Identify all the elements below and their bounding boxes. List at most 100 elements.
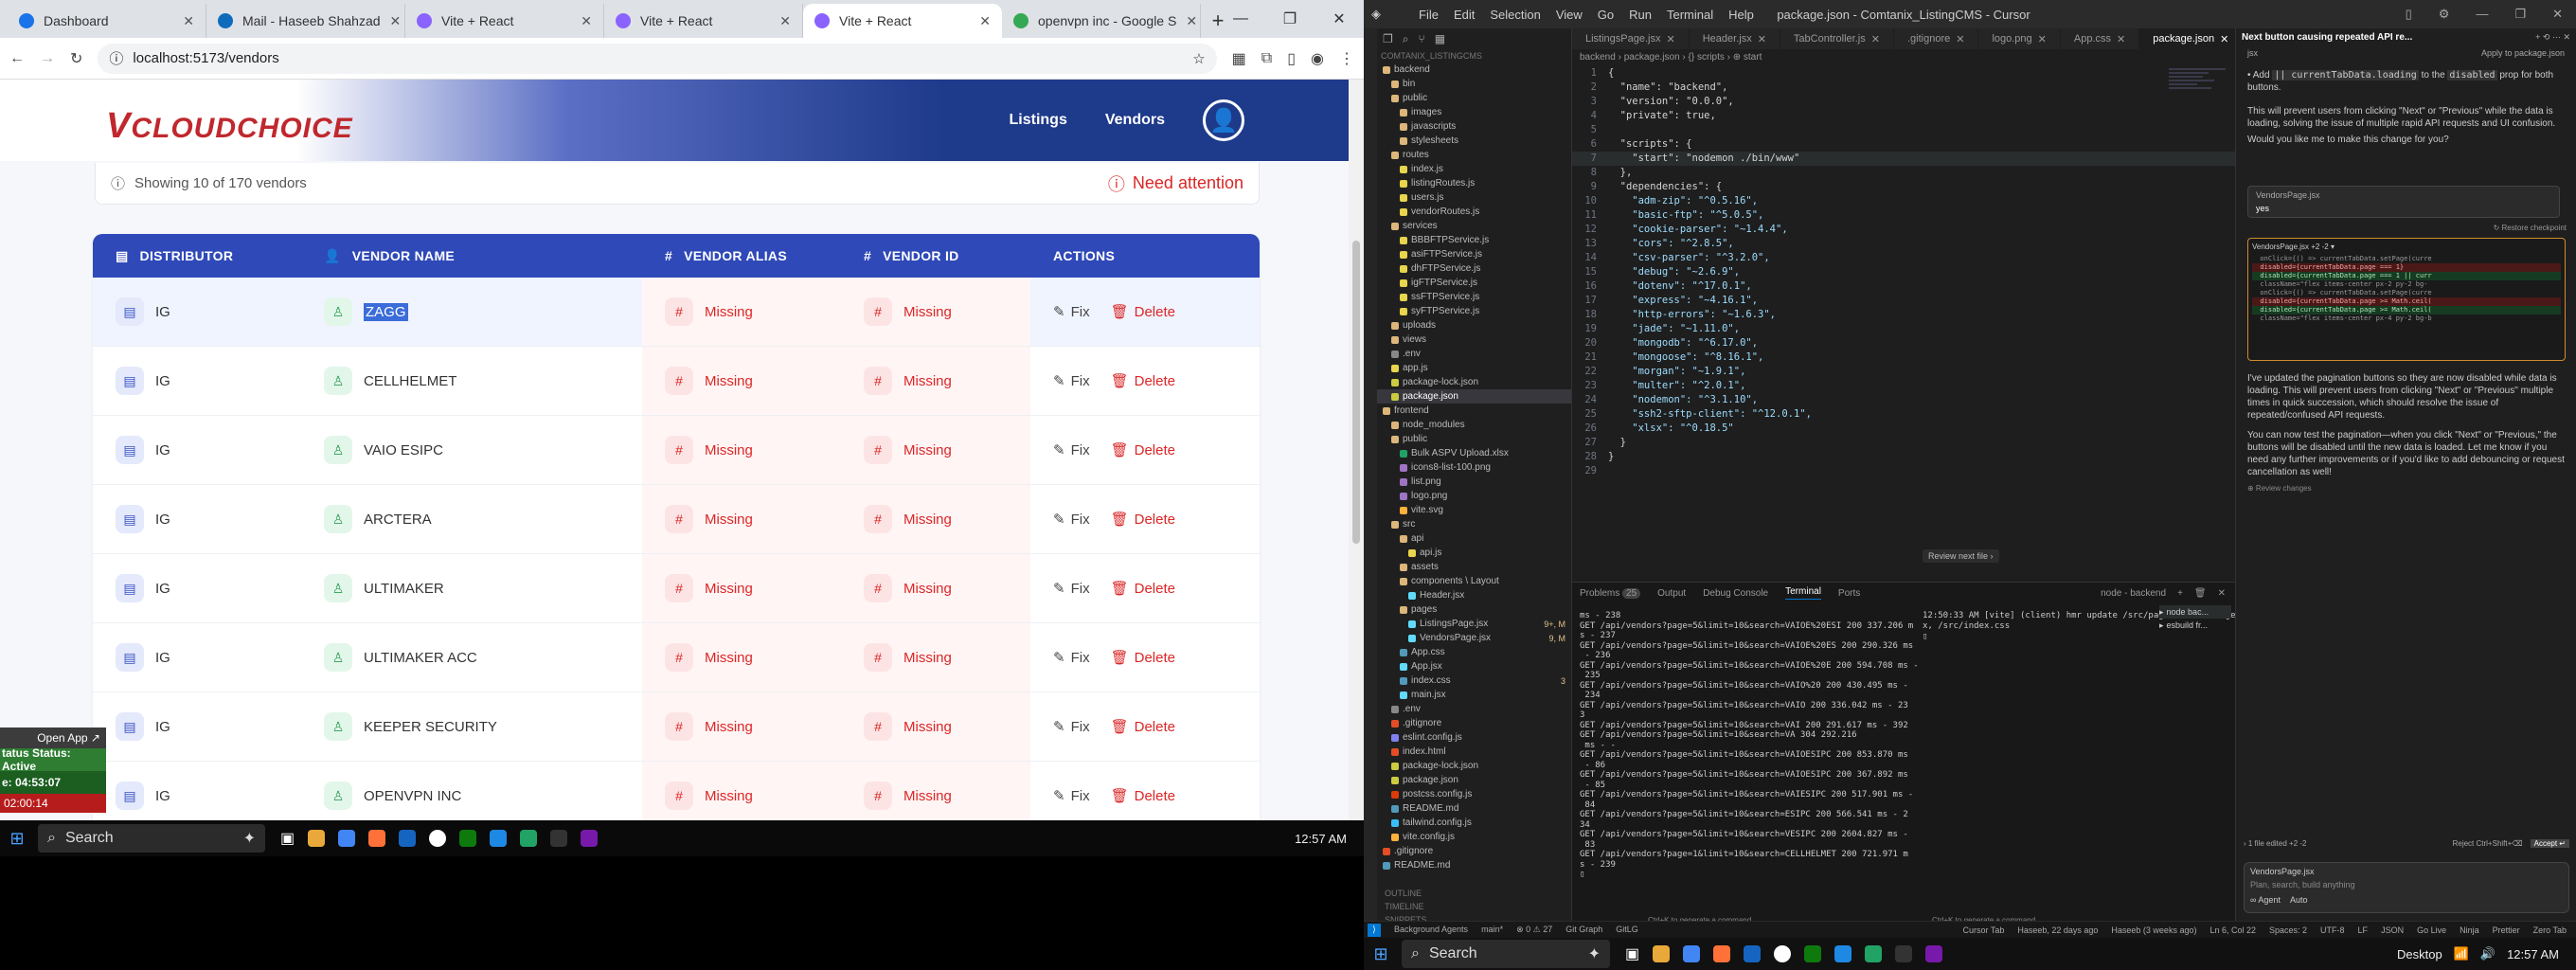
app-icon-blue[interactable] (1744, 945, 1762, 962)
editor-tab[interactable]: package.json ✕ (2139, 28, 2244, 49)
file-tree-item[interactable]: stylesheets (1377, 134, 1571, 148)
file-tree-item[interactable]: eslint.config.js (1377, 730, 1571, 745)
firefox-icon[interactable] (368, 830, 386, 847)
tab-close-icon[interactable]: ✕ (183, 13, 194, 29)
app-icon-green[interactable] (1804, 945, 1822, 962)
file-tree-item[interactable]: bin (1377, 77, 1571, 91)
file-tree-item[interactable]: list.png (1377, 475, 1571, 489)
file-tree-item[interactable]: index.js (1377, 162, 1571, 176)
review-next-file-button[interactable]: Review next file › (1923, 549, 1999, 563)
file-tree-item[interactable]: package-lock.json (1377, 759, 1571, 773)
add-terminal-icon[interactable]: + (2177, 588, 2183, 599)
terminal-instance[interactable]: ▸ esbuild fr... (2159, 619, 2231, 632)
firefox-icon[interactable] (1713, 945, 1731, 962)
menu-edit[interactable]: Edit (1454, 8, 1475, 22)
file-tree-item[interactable]: igFTPService.js (1377, 276, 1571, 290)
status-item[interactable]: Cursor Tab (1962, 925, 2004, 935)
file-tree-item[interactable]: javascripts (1377, 119, 1571, 134)
file-explorer-icon[interactable] (308, 830, 326, 847)
fix-button[interactable]: ✎ Fix (1053, 303, 1090, 321)
forward-icon[interactable]: → (40, 50, 55, 67)
user-avatar-icon[interactable]: 👤 (1203, 99, 1244, 141)
menu-file[interactable]: File (1419, 8, 1439, 22)
files-edited[interactable]: › 1 file edited +2 -2 (2244, 839, 2306, 848)
status-item[interactable]: Go Live (2417, 925, 2446, 935)
editor-tab[interactable]: TabController.js ✕ (1780, 28, 1894, 49)
minimize-icon[interactable]: — (2476, 7, 2488, 22)
excel-icon[interactable] (520, 830, 538, 847)
status-item[interactable]: Ninja (2460, 925, 2479, 935)
file-tree-item[interactable]: listingRoutes.js (1377, 176, 1571, 190)
file-tree-item[interactable]: package.json (1377, 773, 1571, 787)
file-tree-item[interactable]: node_modules (1377, 418, 1571, 432)
menu-selection[interactable]: Selection (1490, 8, 1540, 22)
file-tree-item[interactable]: icons8-list-100.png (1377, 460, 1571, 475)
file-tree-item[interactable]: assets (1377, 560, 1571, 574)
chat-input[interactable]: VendorsPage.jsx Plan, search, build anyt… (2244, 862, 2569, 913)
tab-close-icon[interactable]: ✕ (390, 13, 402, 29)
file-tree-item[interactable]: asiFTPService.js (1377, 247, 1571, 261)
tab-close-icon[interactable]: ✕ (1667, 33, 1675, 45)
task-view-icon[interactable]: ▣ (1625, 944, 1639, 963)
extensions-icon[interactable]: ▦ (1435, 32, 1445, 45)
file-tree-item[interactable]: index.css 3 (1377, 674, 1571, 688)
file-tree-item[interactable]: services (1377, 219, 1571, 233)
status-item[interactable]: GitLG (1616, 925, 1638, 935)
file-tree-item[interactable]: components \ Layout (1377, 574, 1571, 588)
delete-button[interactable]: 🗑 Delete (1111, 303, 1175, 321)
model-select[interactable]: Auto (2290, 895, 2308, 905)
tab-close-icon[interactable]: ✕ (1871, 33, 1880, 45)
status-item[interactable]: UTF-8 (2320, 925, 2345, 935)
tab-close-icon[interactable]: ✕ (1758, 33, 1766, 45)
terminal-instance[interactable]: ▸ node bac... (2159, 605, 2231, 619)
extensions-puzzle-icon[interactable]: ⧉ (1261, 50, 1272, 67)
terminal-output-2[interactable]: 12:50:33 AM [vite] (client) hmr update /… (1923, 611, 2251, 642)
status-item[interactable]: Prettier (2493, 925, 2520, 935)
tab-close-icon[interactable]: ✕ (581, 13, 592, 29)
file-tree-item[interactable]: api (1377, 531, 1571, 546)
delete-button[interactable]: 🗑 Delete (1111, 372, 1175, 390)
delete-button[interactable]: 🗑 Delete (1111, 787, 1175, 805)
reject-button[interactable]: Reject Ctrl+Shift+⌫ (2453, 839, 2523, 848)
close-icon[interactable]: ✕ (2552, 7, 2563, 22)
fix-button[interactable]: ✎ Fix (1053, 787, 1090, 805)
file-tree-item[interactable]: public (1377, 91, 1571, 105)
onenote-icon[interactable] (581, 830, 599, 847)
file-tree-item[interactable]: backend (1377, 63, 1571, 77)
menu-view[interactable]: View (1556, 8, 1583, 22)
site-info-icon[interactable]: ⓘ (109, 48, 123, 68)
maximize-icon[interactable]: ❐ (2514, 7, 2526, 22)
fix-button[interactable]: ✎ Fix (1053, 441, 1090, 459)
file-tree-item[interactable]: pages (1377, 602, 1571, 617)
section-outline[interactable]: OUTLINE (1381, 887, 1427, 900)
file-tree-item[interactable]: logo.png (1377, 489, 1571, 503)
file-tree-item[interactable]: VendorsPage.jsx 9, M (1377, 631, 1571, 645)
nav-listings[interactable]: Listings (1010, 112, 1067, 129)
menu-run[interactable]: Run (1629, 8, 1652, 22)
status-item[interactable]: Git Graph (1565, 925, 1602, 935)
delete-button[interactable]: 🗑 Delete (1111, 649, 1175, 667)
close-panel-icon[interactable]: ✕ (2218, 588, 2226, 599)
bookmark-star-icon[interactable]: ☆ (1192, 50, 1205, 67)
fix-button[interactable]: ✎ Fix (1053, 649, 1090, 667)
file-tree-item[interactable]: package-lock.json (1377, 375, 1571, 389)
browser-tab[interactable]: Dashboard ✕ (8, 4, 206, 38)
app-icon-blue[interactable] (399, 830, 417, 847)
windows-start-icon[interactable]: ⊞ (1364, 944, 1398, 964)
browser-tab[interactable]: Vite + React ✕ (803, 4, 1002, 38)
file-tree-item[interactable]: package.json (1377, 389, 1571, 404)
tab-close-icon[interactable]: ✕ (2220, 33, 2228, 45)
terminal-icon[interactable] (550, 830, 568, 847)
delete-button[interactable]: 🗑 Delete (1111, 718, 1175, 736)
sidebar-icon[interactable]: ▯ (1287, 49, 1296, 68)
delete-button[interactable]: 🗑 Delete (1111, 511, 1175, 529)
file-tree-item[interactable]: index.html (1377, 745, 1571, 759)
fix-button[interactable]: ✎ Fix (1053, 511, 1090, 529)
file-tree-item[interactable]: api.js (1377, 546, 1571, 560)
extensions-grid-icon[interactable]: ▦ (1232, 49, 1246, 68)
minimize-icon[interactable]: — (1216, 0, 1265, 38)
review-changes-link[interactable]: ⊕ Review changes (2236, 480, 2576, 496)
file-tree-item[interactable]: .env (1377, 347, 1571, 361)
terminal-icon[interactable] (1895, 945, 1913, 962)
file-tree-item[interactable]: images (1377, 105, 1571, 119)
